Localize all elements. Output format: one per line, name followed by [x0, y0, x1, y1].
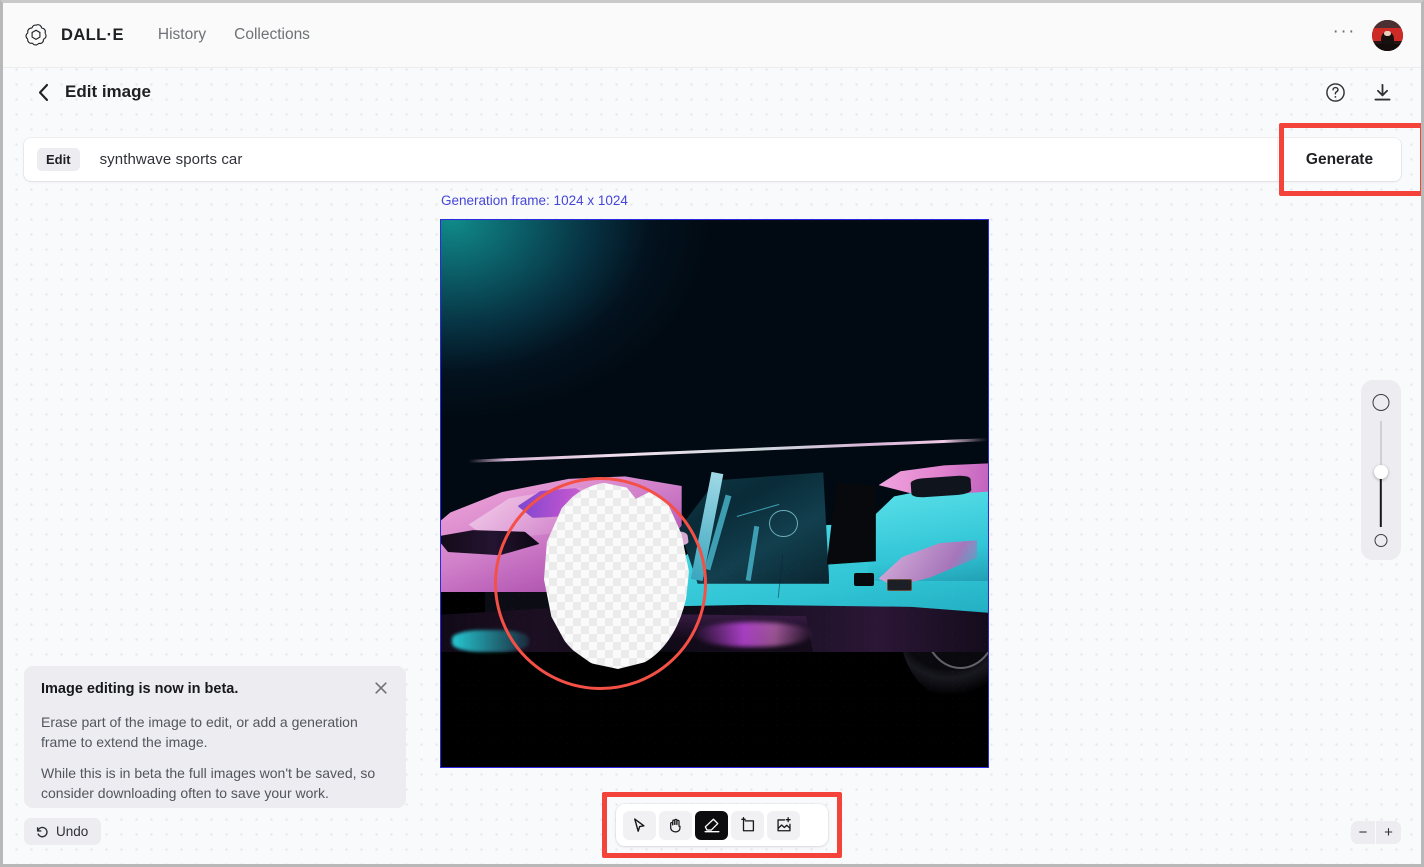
undo-label: Undo	[56, 824, 89, 839]
tool-select[interactable]	[623, 810, 656, 840]
avatar[interactable]	[1372, 19, 1403, 51]
edit-image-subheader: Edit image	[3, 68, 1421, 116]
image-car	[441, 220, 988, 767]
zoom-out-button[interactable]: −	[1351, 821, 1376, 844]
prompt-bar: Edit synthwave sports car Generate	[24, 138, 1401, 181]
undo-button[interactable]: Undo	[24, 818, 102, 845]
brush-size-thumb[interactable]	[1374, 465, 1388, 479]
beta-panel-title: Image editing is now in beta.	[41, 681, 239, 697]
beta-info-panel: Image editing is now in beta. Erase part…	[24, 666, 406, 808]
editor-toolbar	[616, 804, 828, 846]
generate-button[interactable]: Generate	[1277, 138, 1401, 181]
openai-logo-icon[interactable]	[19, 18, 53, 52]
prompt-input[interactable]: synthwave sports car	[100, 151, 1277, 168]
top-navigation-bar: DALL·E History Collections ···	[3, 3, 1421, 68]
generation-frame-label: Generation frame: 1024 x 1024	[441, 193, 628, 208]
zoom-in-button[interactable]: +	[1376, 821, 1401, 844]
tool-pan[interactable]	[659, 810, 692, 840]
tool-eraser[interactable]	[695, 810, 728, 840]
generation-frame[interactable]	[440, 219, 989, 768]
undo-arrow-icon	[35, 825, 49, 839]
mode-badge-edit[interactable]: Edit	[37, 148, 80, 171]
brand-title: DALL·E	[61, 25, 124, 44]
beta-panel-paragraph-1: Erase part of the image to edit, or add …	[41, 714, 358, 750]
app-window: DALL·E History Collections ··· Edit imag…	[0, 0, 1424, 867]
tool-upload-image[interactable]	[767, 810, 800, 840]
nav-collections[interactable]: Collections	[234, 26, 310, 44]
beta-panel-paragraph-2: While this is in beta the full images wo…	[41, 765, 376, 801]
help-circle-icon[interactable]	[1325, 82, 1346, 103]
chevron-left-icon[interactable]	[33, 80, 53, 104]
overflow-menu-icon[interactable]: ···	[1333, 22, 1356, 43]
generated-image[interactable]	[441, 220, 988, 767]
zoom-controls: − +	[1351, 821, 1401, 844]
close-icon[interactable]	[373, 680, 389, 701]
small-brush-circle-icon	[1374, 534, 1388, 547]
brush-size-slider[interactable]	[1361, 380, 1401, 560]
tool-add-frame[interactable]	[731, 810, 764, 840]
large-brush-circle-icon	[1372, 394, 1390, 411]
nav-history[interactable]: History	[158, 26, 206, 44]
page-title: Edit image	[65, 82, 151, 101]
download-icon[interactable]	[1372, 82, 1393, 103]
slider-track-lower	[1379, 475, 1383, 527]
